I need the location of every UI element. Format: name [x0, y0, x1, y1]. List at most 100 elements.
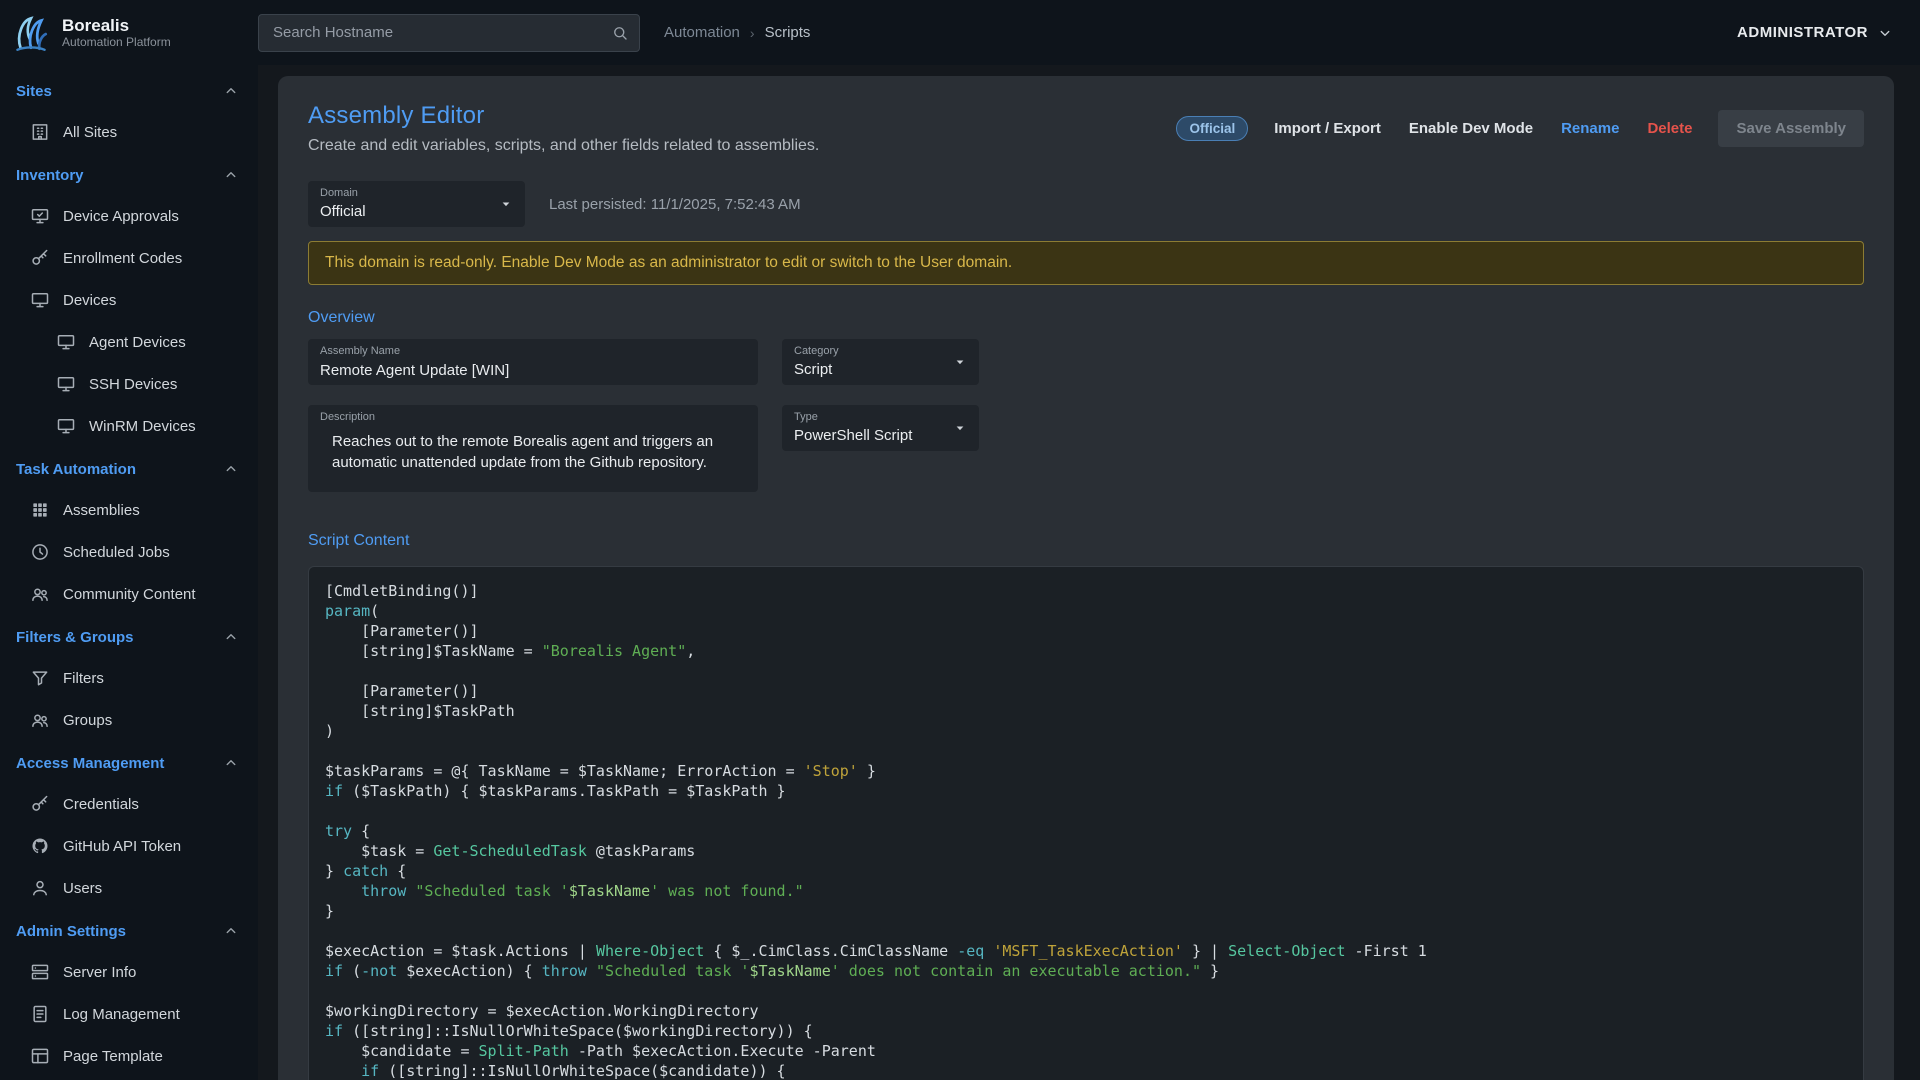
- chevron-up-icon: [222, 754, 240, 772]
- sidebar-item-label: GitHub API Token: [63, 838, 181, 855]
- code-line: $candidate = Split-Path -Path $execActio…: [325, 1041, 1847, 1061]
- save-assembly-button[interactable]: Save Assembly: [1718, 110, 1864, 147]
- official-badge[interactable]: Official: [1176, 116, 1248, 141]
- sidebar-item-filters[interactable]: Filters: [0, 657, 258, 699]
- server-icon: [30, 962, 50, 982]
- panel-header-text: Assembly Editor Create and edit variable…: [308, 102, 819, 155]
- code-line: $execAction = $task.Actions | Where-Obje…: [325, 941, 1847, 961]
- script-editor[interactable]: [CmdletBinding()]param( [Parameter()] [s…: [308, 566, 1864, 1080]
- filter-icon: [30, 668, 50, 688]
- sidebar-item-all-sites[interactable]: All Sites: [0, 111, 258, 153]
- breadcrumb-item-scripts[interactable]: Scripts: [765, 24, 811, 41]
- key-icon: [30, 794, 50, 814]
- code-line: if ([string]::IsNullOrWhiteSpace($workin…: [325, 1021, 1847, 1041]
- sidebar-item-server-info[interactable]: Server Info: [0, 951, 258, 993]
- category-select-value: Script: [794, 361, 832, 378]
- sidebar-item-label: Groups: [63, 712, 112, 729]
- delete-button[interactable]: Delete: [1645, 114, 1694, 143]
- panel-actions: Official Import / Export Enable Dev Mode…: [1176, 110, 1864, 147]
- sidebar-item-label: Users: [63, 880, 102, 897]
- sidebar-section-filters-groups[interactable]: Filters & Groups: [0, 617, 258, 657]
- people-icon: [30, 584, 50, 604]
- sidebar-item-github-api-token[interactable]: GitHub API Token: [0, 825, 258, 867]
- code-line: $workingDirectory = $execAction.WorkingD…: [325, 1001, 1847, 1021]
- sidebar-section-access-management[interactable]: Access Management: [0, 743, 258, 783]
- sidebar-item-label: Devices: [63, 292, 116, 309]
- sidebar-item-label: Community Content: [63, 586, 196, 603]
- rename-button[interactable]: Rename: [1559, 114, 1621, 143]
- overview-section-label: Overview: [308, 309, 1864, 327]
- sidebar-section-sites[interactable]: Sites: [0, 71, 258, 111]
- code-line: [Parameter()]: [325, 621, 1847, 641]
- sidebar-item-label: Assemblies: [63, 502, 140, 519]
- category-select-label: Category: [794, 345, 839, 357]
- page-title: Assembly Editor: [308, 102, 819, 130]
- breadcrumb-item-automation[interactable]: Automation: [664, 24, 740, 41]
- code-line: } catch {: [325, 861, 1847, 881]
- brand-text: Borealis Automation Platform: [62, 16, 171, 49]
- search-icon: [611, 24, 629, 42]
- borealis-logo: [10, 12, 52, 54]
- sidebar-item-agent-devices[interactable]: Agent Devices: [0, 321, 258, 363]
- assembly-editor-panel: Assembly Editor Create and edit variable…: [278, 76, 1894, 1080]
- brand[interactable]: Borealis Automation Platform: [0, 12, 258, 54]
- sidebar-item-assemblies[interactable]: Assemblies: [0, 489, 258, 531]
- sidebar-section-inventory[interactable]: Inventory: [0, 155, 258, 195]
- user-menu[interactable]: ADMINISTRATOR: [1737, 24, 1894, 42]
- section-label: Filters & Groups: [16, 629, 134, 646]
- caret-down-icon: [497, 195, 515, 213]
- sidebar-item-page-template[interactable]: Page Template: [0, 1035, 258, 1077]
- domain-row: Domain Official Last persisted: 11/1/202…: [308, 181, 1864, 227]
- domain-select[interactable]: Domain Official: [308, 181, 525, 227]
- sidebar: Sites All SitesInventoryDevice ApprovalsE…: [0, 65, 258, 1080]
- page-subtitle: Create and edit variables, scripts, and …: [308, 137, 819, 155]
- sidebar-item-enrollment-codes[interactable]: Enrollment Codes: [0, 237, 258, 279]
- sidebar-item-log-management[interactable]: Log Management: [0, 993, 258, 1035]
- code-line: [string]$TaskName = "Borealis Agent",: [325, 641, 1847, 661]
- chevron-down-icon: [1876, 24, 1894, 42]
- code-line: [325, 801, 1847, 821]
- sidebar-section-task-automation[interactable]: Task Automation: [0, 449, 258, 489]
- sidebar-item-label: Log Management: [63, 1006, 180, 1023]
- sidebar-item-credentials[interactable]: Credentials: [0, 783, 258, 825]
- panel-header: Assembly Editor Create and edit variable…: [308, 102, 1864, 155]
- category-select[interactable]: Category Script: [782, 339, 979, 385]
- sidebar-item-winrm-devices[interactable]: WinRM Devices: [0, 405, 258, 447]
- sidebar-nav: Sites All SitesInventoryDevice ApprovalsE…: [0, 71, 258, 1077]
- sidebar-item-label: Credentials: [63, 796, 139, 813]
- sidebar-item-scheduled-jobs[interactable]: Scheduled Jobs: [0, 531, 258, 573]
- sidebar-item-devices[interactable]: Devices: [0, 279, 258, 321]
- code-line: }: [325, 901, 1847, 921]
- section-label: Sites: [16, 83, 52, 100]
- sidebar-item-label: WinRM Devices: [89, 418, 196, 435]
- import-export-button[interactable]: Import / Export: [1272, 114, 1383, 143]
- enable-dev-mode-button[interactable]: Enable Dev Mode: [1407, 114, 1535, 143]
- search-input[interactable]: [271, 23, 611, 42]
- devices-icon: [56, 374, 76, 394]
- devices-icon: [30, 290, 50, 310]
- type-select[interactable]: Type PowerShell Script: [782, 405, 979, 451]
- sidebar-item-users[interactable]: Users: [0, 867, 258, 909]
- devices-icon: [56, 416, 76, 436]
- sidebar-item-groups[interactable]: Groups: [0, 699, 258, 741]
- assembly-name-field[interactable]: Assembly Name: [308, 339, 758, 385]
- last-persisted-text: Last persisted: 11/1/2025, 7:52:43 AM: [549, 196, 801, 213]
- code-line: if (-not $execAction) { throw "Scheduled…: [325, 961, 1847, 981]
- sidebar-item-label: Agent Devices: [89, 334, 186, 351]
- device-check-icon: [30, 206, 50, 226]
- code-line: param(: [325, 601, 1847, 621]
- description-field[interactable]: Description Reaches out to the remote Bo…: [308, 405, 758, 492]
- code-line: try {: [325, 821, 1847, 841]
- code-line: if ($TaskPath) { $taskParams.TaskPath = …: [325, 781, 1847, 801]
- brand-name: Borealis: [62, 16, 171, 35]
- sidebar-item-ssh-devices[interactable]: SSH Devices: [0, 363, 258, 405]
- sidebar-section-admin-settings[interactable]: Admin Settings: [0, 911, 258, 951]
- sidebar-item-community-content[interactable]: Community Content: [0, 573, 258, 615]
- code-line: ): [325, 721, 1847, 741]
- search-box[interactable]: [258, 14, 640, 52]
- sidebar-item-device-approvals[interactable]: Device Approvals: [0, 195, 258, 237]
- key-icon: [30, 248, 50, 268]
- body-row: SitesAll SitesInventoryDevice ApprovalsE…: [0, 65, 1920, 1080]
- section-label: Task Automation: [16, 461, 136, 478]
- topbar: Borealis Automation Platform Automation …: [0, 0, 1920, 65]
